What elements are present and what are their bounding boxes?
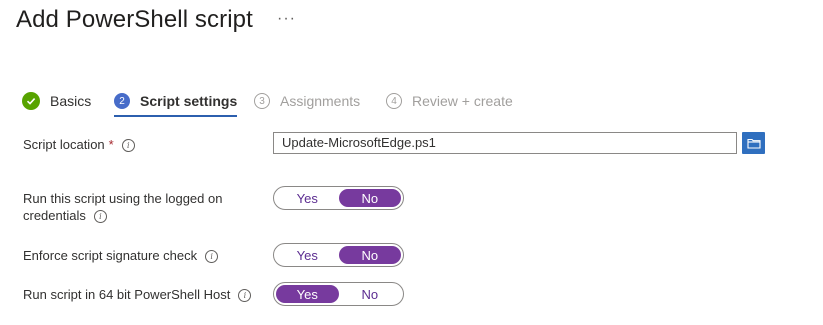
step-review-create[interactable]: 4 Review + create <box>386 89 513 113</box>
signature-check-label-row: Enforce script signature check i <box>23 247 219 264</box>
required-marker: * <box>108 137 114 152</box>
info-icon[interactable]: i <box>205 250 219 264</box>
step-script-settings[interactable]: 2 Script settings <box>114 89 238 117</box>
script-location-label: Script location <box>23 137 105 152</box>
step-label: Script settings <box>140 93 238 109</box>
run-logged-on-toggle[interactable]: Yes No <box>273 186 404 210</box>
toggle-no[interactable]: No <box>339 285 402 303</box>
script-location-field[interactable]: Update-MicrosoftEdge.ps1 <box>273 132 737 154</box>
info-icon[interactable]: i <box>121 139 135 153</box>
step-label: Basics <box>50 93 92 109</box>
signature-check-label: Enforce script signature check <box>23 248 198 263</box>
step-basics[interactable]: Basics <box>22 89 91 113</box>
toggle-yes[interactable]: Yes <box>276 189 339 207</box>
more-options-button[interactable]: ··· <box>277 10 296 28</box>
info-icon[interactable]: i <box>238 289 252 303</box>
script-location-label-row: Script location * i <box>23 136 135 153</box>
run-logged-on-label-row: Run this script using the logged on cred… <box>23 190 222 224</box>
step-label: Review + create <box>412 93 513 109</box>
toggle-no[interactable]: No <box>338 246 401 264</box>
step-number: 4 <box>386 93 402 109</box>
page-title: Add PowerShell script <box>16 6 253 33</box>
signature-check-toggle[interactable]: Yes No <box>273 243 404 267</box>
step-number: 2 <box>114 93 130 109</box>
step-assignments[interactable]: 3 Assignments <box>254 89 360 113</box>
toggle-yes[interactable]: Yes <box>276 246 339 264</box>
info-icon[interactable]: i <box>93 210 107 224</box>
run-64bit-label-row: Run script in 64 bit PowerShell Host i <box>23 286 252 303</box>
run-64bit-toggle[interactable]: Yes No <box>273 282 404 306</box>
browse-button[interactable] <box>742 132 765 154</box>
run-64bit-label: Run script in 64 bit PowerShell Host <box>23 287 231 302</box>
toggle-yes[interactable]: Yes <box>276 285 339 303</box>
checkmark-icon <box>22 92 40 110</box>
run-logged-on-label: Run this script using the logged on <box>23 191 223 206</box>
step-label: Assignments <box>280 93 361 109</box>
folder-icon <box>746 138 761 149</box>
toggle-no[interactable]: No <box>338 189 401 207</box>
run-logged-on-label-cont: credentials <box>23 208 86 223</box>
step-number: 3 <box>254 93 270 109</box>
